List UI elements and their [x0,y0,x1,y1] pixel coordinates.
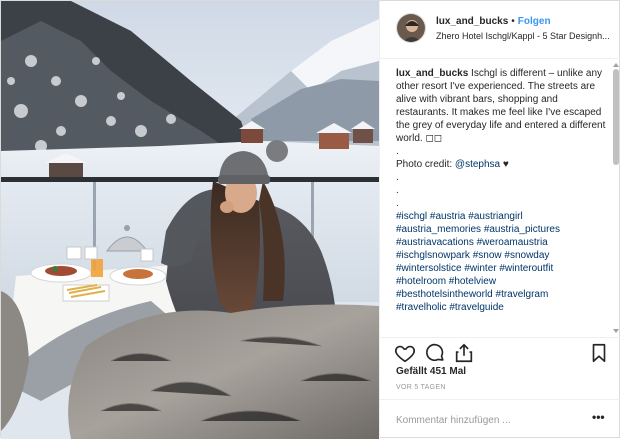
comment-bar: ••• [380,399,620,439]
avatar-image [397,14,425,42]
caption-dot-3: . [396,185,399,196]
credit-handle[interactable]: @stephsa [455,159,500,170]
hashtag-line[interactable]: #austriavacations #weroamaustria [396,236,610,249]
more-options-icon[interactable]: ••• [592,411,606,426]
heart-icon[interactable] [394,342,416,364]
caption-dot-1: . [396,146,399,157]
post-sidebar: lux_and_bucks • Folgen Zhero Hotel Ischgl/… [379,1,620,439]
post-image [1,1,379,439]
caption: lux_and_bucks Ischgl is different – unli… [396,67,610,335]
comment-icon[interactable] [424,342,446,364]
hashtag-line[interactable]: #travelholic #travelguide [396,301,610,314]
caption-dot-4: . [396,198,399,209]
instagram-post: lux_and_bucks • Folgen Zhero Hotel Ischgl/… [0,0,620,439]
location-link[interactable]: Zhero Hotel Ischgl/Kappl - 5 Star Design… [436,31,614,41]
caption-text: Ischgl is different – unlike any other r… [396,68,606,144]
bookmark-icon[interactable] [588,342,610,364]
scroll-down-arrow-icon[interactable] [613,329,619,333]
hashtag-line[interactable]: #besthotelsintheworld #travelgram [396,288,610,301]
caption-scrollbar[interactable] [612,63,620,333]
post-timestamp[interactable]: VOR 5 TAGEN [396,384,446,391]
heart-emoji: ♥ [502,159,509,170]
hashtag-line[interactable]: #wintersolstice #winter #winteroutfit [396,262,610,275]
scroll-up-arrow-icon[interactable] [613,63,619,67]
caption-dot-2: . [396,172,399,183]
username-link[interactable]: lux_and_bucks [436,16,508,27]
post-actions: Gefällt 451 Mal VOR 5 TAGEN [380,337,620,397]
header-line: lux_and_bucks • Folgen [436,16,551,27]
share-icon[interactable] [453,342,475,364]
caption-username[interactable]: lux_and_bucks [396,68,468,79]
hashtag-line[interactable]: #austria_memories #austria_pictures [396,223,610,236]
follow-button[interactable]: Folgen [518,16,551,27]
photo-credit: Photo credit: @stephsa ♥ [396,158,610,171]
avatar[interactable] [396,13,426,43]
hashtag-line[interactable]: #hotelroom #hotelview [396,275,610,288]
post-header: lux_and_bucks • Folgen Zhero Hotel Ischgl/… [380,1,620,59]
comment-input[interactable] [396,412,576,428]
hashtag-line[interactable]: #ischgl #austria #austriangirl [396,210,610,223]
post-photo[interactable] [1,1,379,439]
hashtag-line[interactable]: #ischglsnowpark #snow #snowday [396,249,610,262]
scroll-thumb[interactable] [613,69,619,165]
caption-paragraph: lux_and_bucks Ischgl is different – unli… [396,67,610,145]
credit-prefix: Photo credit: [396,159,455,170]
likes-count[interactable]: Gefällt 451 Mal [396,366,466,377]
separator-dot: • [511,16,515,27]
